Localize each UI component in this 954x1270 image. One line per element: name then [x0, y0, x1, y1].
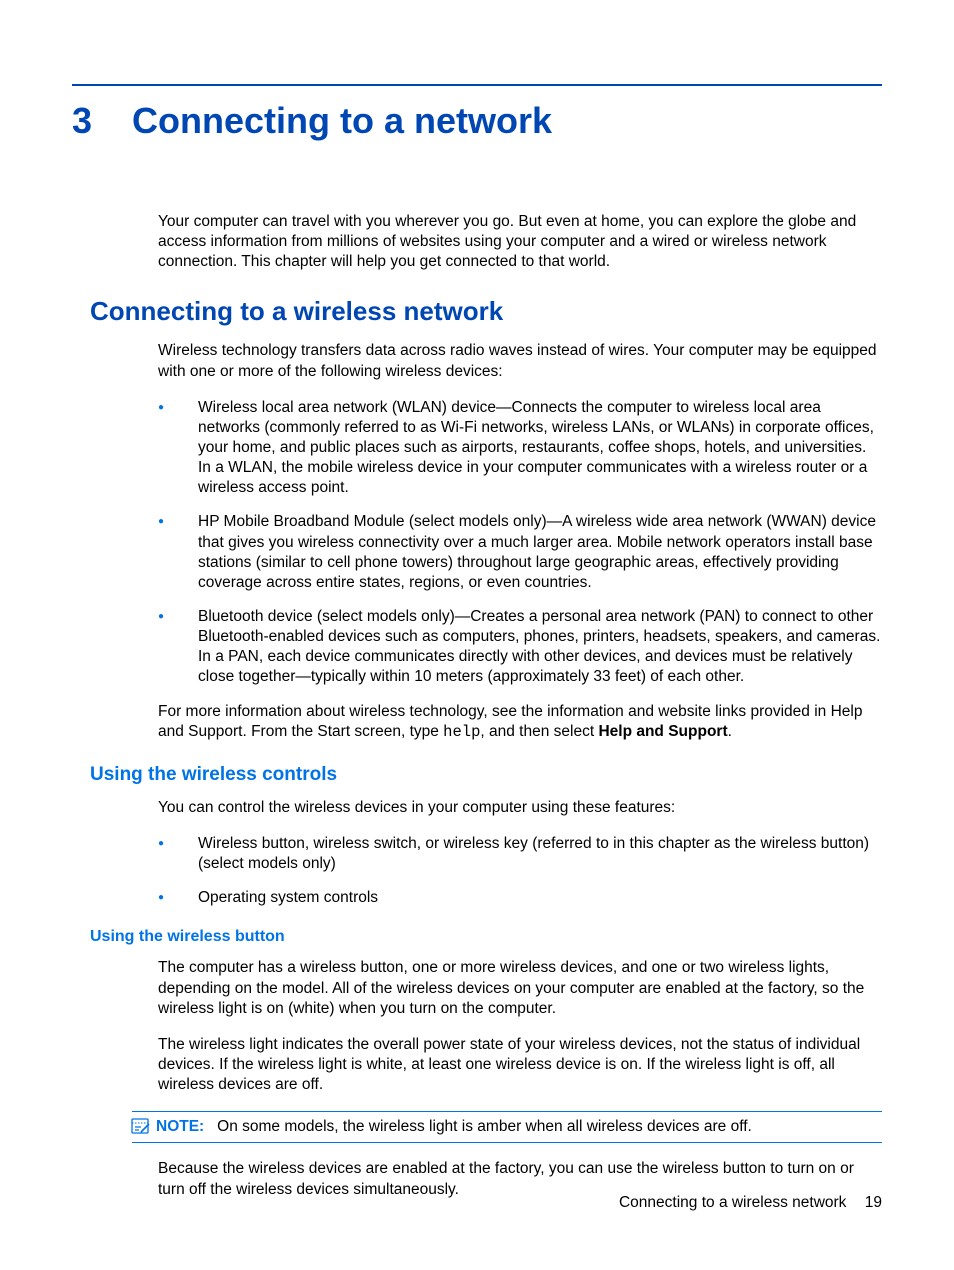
- chapter-rule: [72, 84, 882, 86]
- note-icon: [130, 1117, 150, 1137]
- wireless-controls-list: Wireless button, wireless switch, or wir…: [158, 834, 882, 908]
- chapter-heading: 3 Connecting to a network: [72, 100, 882, 142]
- list-item: HP Mobile Broadband Module (select model…: [158, 512, 882, 593]
- section3-p1: The computer has a wireless button, one …: [158, 958, 882, 1018]
- list-item: Operating system controls: [158, 888, 882, 908]
- chapter-title: Connecting to a network: [132, 100, 552, 142]
- note-text: NOTE: On some models, the wireless light…: [156, 1117, 752, 1137]
- text-fragment: .: [728, 723, 732, 740]
- chapter-number: 3: [72, 100, 92, 142]
- note-block: NOTE: On some models, the wireless light…: [132, 1111, 882, 1143]
- section1-outro: For more information about wireless tech…: [158, 702, 882, 742]
- list-item: Bluetooth device (select models only)—Cr…: [158, 607, 882, 688]
- section3-p2: The wireless light indicates the overall…: [158, 1035, 882, 1095]
- bold-text: Help and Support: [598, 723, 727, 740]
- page-footer: Connecting to a wireless network 19: [619, 1194, 882, 1212]
- note-label: NOTE:: [156, 1118, 204, 1135]
- list-item: Wireless local area network (WLAN) devic…: [158, 398, 882, 499]
- intro-paragraph: Your computer can travel with you wherev…: [158, 212, 882, 272]
- section2-intro: You can control the wireless devices in …: [158, 798, 882, 818]
- section-heading-wireless-controls: Using the wireless controls: [90, 764, 882, 786]
- section1-intro: Wireless technology transfers data acros…: [158, 341, 882, 381]
- section-heading-wireless-network: Connecting to a wireless network: [90, 296, 882, 327]
- note-body: On some models, the wireless light is am…: [217, 1118, 752, 1135]
- wireless-devices-list: Wireless local area network (WLAN) devic…: [158, 398, 882, 688]
- footer-section-title: Connecting to a wireless network: [619, 1194, 846, 1211]
- page-number: 19: [865, 1194, 882, 1211]
- code-text: help: [443, 723, 480, 741]
- text-fragment: , and then select: [480, 723, 598, 740]
- section-heading-wireless-button: Using the wireless button: [90, 928, 882, 946]
- list-item: Wireless button, wireless switch, or wir…: [158, 834, 882, 874]
